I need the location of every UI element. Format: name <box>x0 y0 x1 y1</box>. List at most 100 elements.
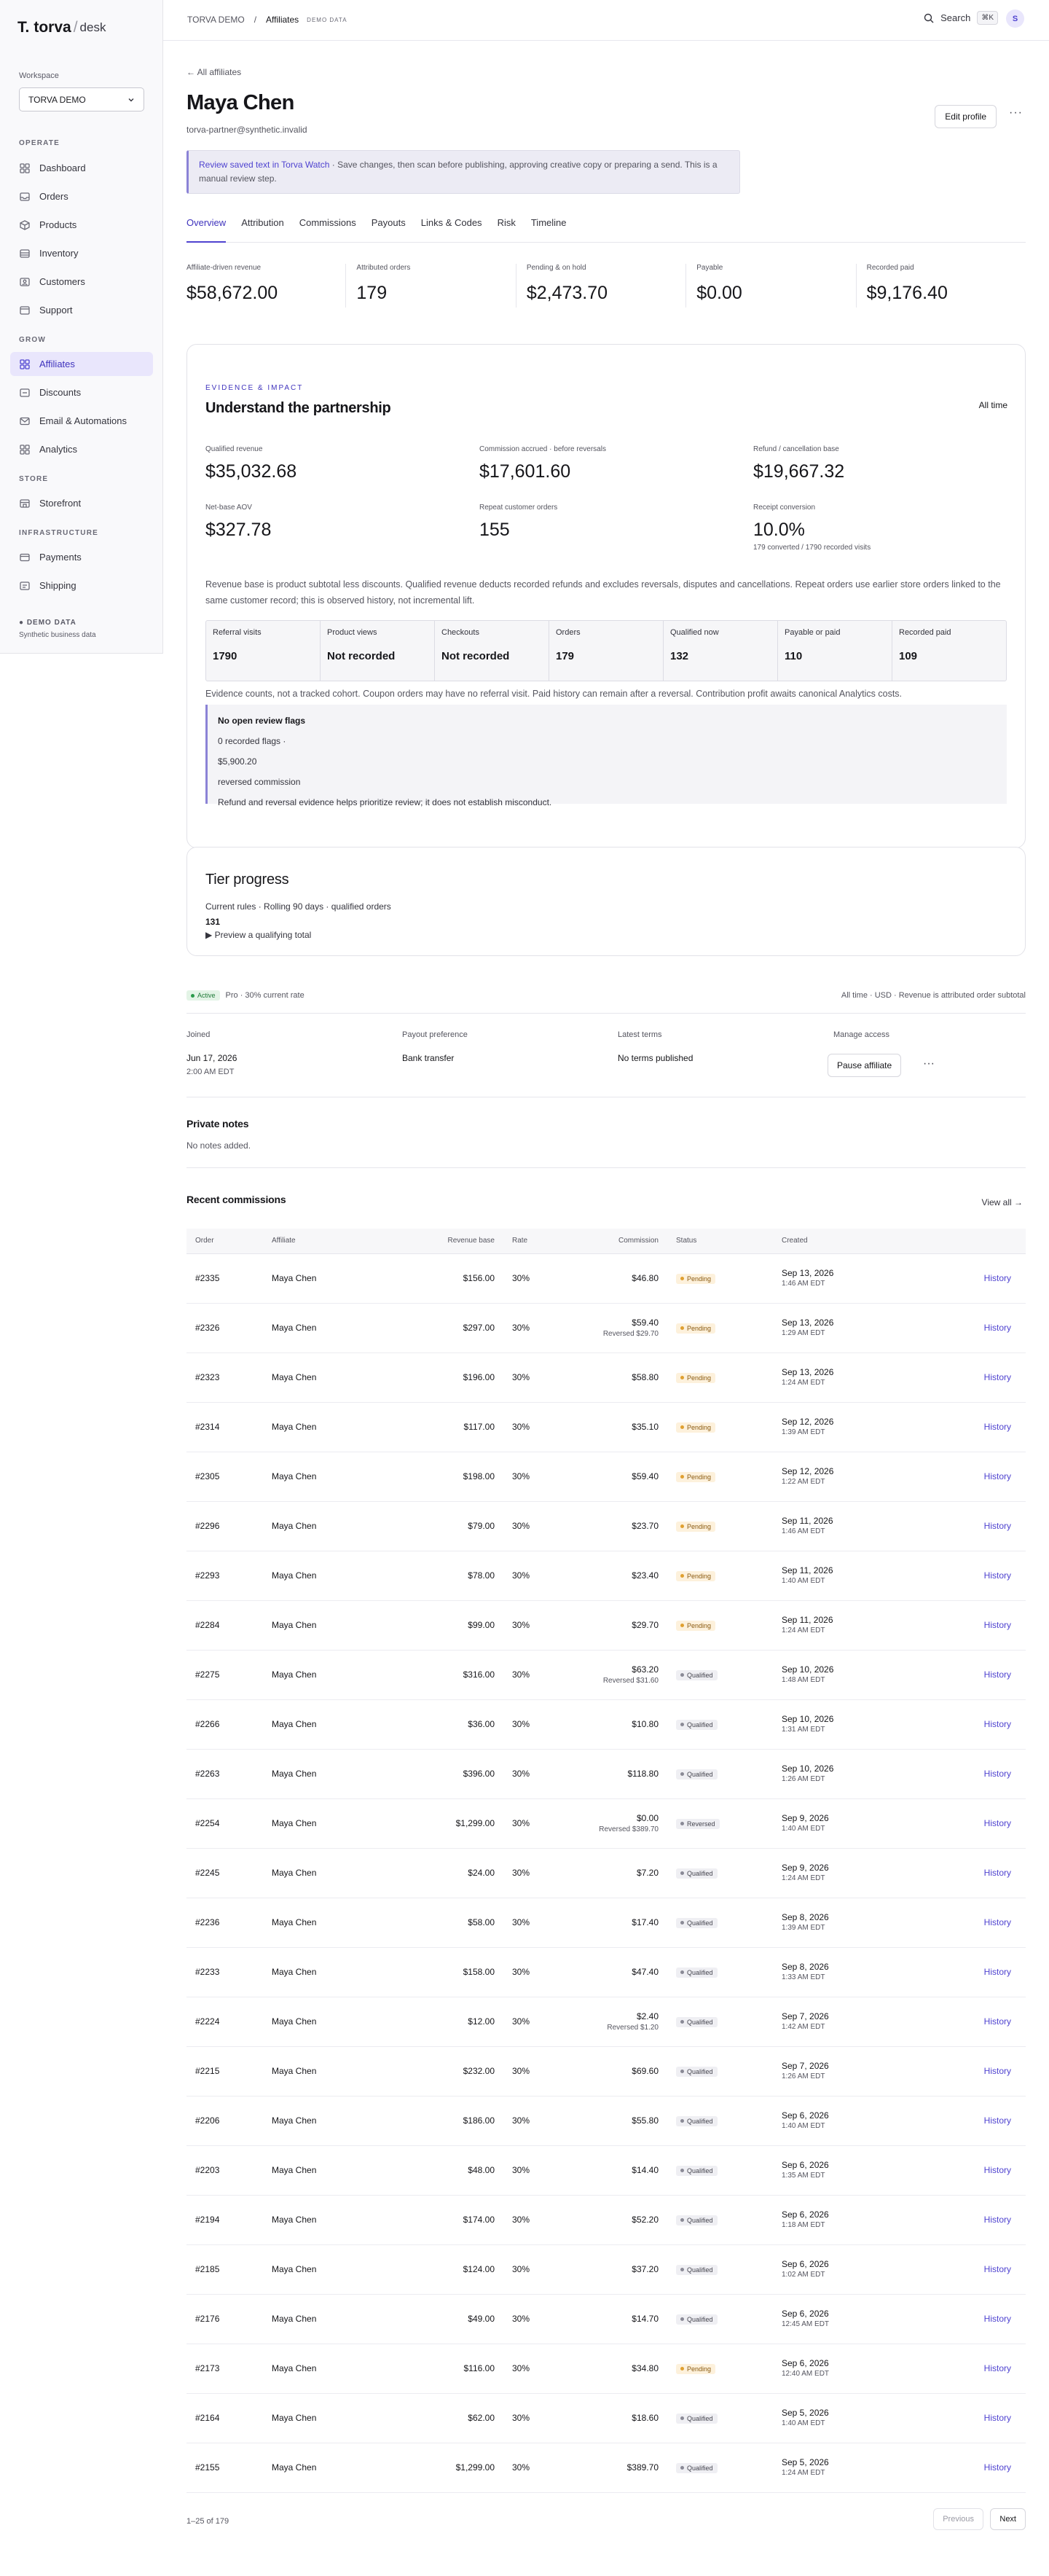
history-link[interactable]: History <box>984 2165 1011 2175</box>
history-link[interactable]: History <box>984 1868 1011 1878</box>
sidebar-item-payments[interactable]: Payments <box>10 545 153 569</box>
table-row[interactable]: #2164 Maya Chen $62.00 30% $18.60 Qualified Se… <box>186 2393 1026 2443</box>
history-link[interactable]: History <box>984 1471 1011 1481</box>
table-row[interactable]: #2314 Maya Chen $117.00 30% $35.10 Pending Sep… <box>186 1402 1026 1452</box>
order-number[interactable]: #2266 <box>186 1699 263 1750</box>
history-link[interactable]: History <box>984 1323 1011 1333</box>
order-number[interactable]: #2245 <box>186 1848 263 1898</box>
table-row[interactable]: #2206 Maya Chen $186.00 30% $55.80 Qualified S… <box>186 2096 1026 2146</box>
table-row[interactable]: #2194 Maya Chen $174.00 30% $52.20 Qualified S… <box>186 2195 1026 2245</box>
table-row[interactable]: #2215 Maya Chen $232.00 30% $69.60 Qualified S… <box>186 2046 1026 2097</box>
history-link[interactable]: History <box>984 2462 1011 2473</box>
history-link[interactable]: History <box>984 1967 1011 1977</box>
order-number[interactable]: #2224 <box>186 1997 263 2047</box>
sidebar-item-discounts[interactable]: Discounts <box>10 380 153 404</box>
access-more-button[interactable]: ··· <box>923 1057 935 1070</box>
sidebar-item-storefront[interactable]: Storefront <box>10 491 153 515</box>
order-number[interactable]: #2206 <box>186 2096 263 2146</box>
breadcrumb-root[interactable]: TORVA DEMO <box>187 15 245 25</box>
sidebar-item-affiliates[interactable]: Affiliates <box>10 352 153 376</box>
table-row[interactable]: #2284 Maya Chen $99.00 30% $29.70 Pending Sep … <box>186 1600 1026 1651</box>
edit-profile-button[interactable]: Edit profile <box>935 105 997 128</box>
history-link[interactable]: History <box>984 2314 1011 2324</box>
history-link[interactable]: History <box>984 2016 1011 2027</box>
order-number[interactable]: #2203 <box>186 2145 263 2196</box>
tab-timeline[interactable]: Timeline <box>531 217 567 243</box>
history-link[interactable]: History <box>984 1521 1011 1531</box>
history-link[interactable]: History <box>984 1719 1011 1729</box>
history-link[interactable]: History <box>984 1669 1011 1680</box>
order-number[interactable]: #2185 <box>186 2244 263 2295</box>
order-number[interactable]: #2305 <box>186 1452 263 1502</box>
order-number[interactable]: #2296 <box>186 1501 263 1551</box>
sidebar-item-email-automations[interactable]: Email & Automations <box>10 409 153 433</box>
history-link[interactable]: History <box>984 1818 1011 1828</box>
history-link[interactable]: History <box>984 2413 1011 2423</box>
table-row[interactable]: #2185 Maya Chen $124.00 30% $37.20 Qualified S… <box>186 2244 1026 2295</box>
sidebar-item-dashboard[interactable]: Dashboard <box>10 156 153 180</box>
history-link[interactable]: History <box>984 1620 1011 1630</box>
table-row[interactable]: #2335 Maya Chen $156.00 30% $46.80 Pending Sep… <box>186 1253 1026 1304</box>
history-link[interactable]: History <box>984 2215 1011 2225</box>
history-link[interactable]: History <box>984 1273 1011 1283</box>
sidebar-item-inventory[interactable]: Inventory <box>10 241 153 265</box>
sidebar-item-support[interactable]: Support <box>10 298 153 322</box>
time-range-select[interactable]: All time <box>979 400 1007 410</box>
tab-risk[interactable]: Risk <box>498 217 516 243</box>
sidebar-item-customers[interactable]: Customers <box>10 270 153 294</box>
order-number[interactable]: #2335 <box>186 1253 263 1304</box>
table-row[interactable]: #2323 Maya Chen $196.00 30% $58.80 Pending Sep… <box>186 1352 1026 1403</box>
order-number[interactable]: #2164 <box>186 2393 263 2443</box>
table-row[interactable]: #2296 Maya Chen $79.00 30% $23.70 Pending Sep … <box>186 1501 1026 1551</box>
tab-links-codes[interactable]: Links & Codes <box>421 217 482 243</box>
order-number[interactable]: #2314 <box>186 1402 263 1452</box>
search-button[interactable]: Search ⌘K <box>924 11 998 25</box>
next-page-button[interactable]: Next <box>990 2508 1026 2530</box>
order-number[interactable]: #2263 <box>186 1749 263 1799</box>
more-actions-button[interactable]: ··· <box>1009 106 1023 120</box>
table-row[interactable]: #2233 Maya Chen $158.00 30% $47.40 Qualified S… <box>186 1947 1026 1997</box>
brand-logo[interactable]: T. torva / desk <box>17 19 106 36</box>
history-link[interactable]: History <box>984 1422 1011 1432</box>
history-link[interactable]: History <box>984 2115 1011 2126</box>
table-row[interactable]: #2305 Maya Chen $198.00 30% $59.40 Pending Sep… <box>186 1452 1026 1502</box>
order-number[interactable]: #2236 <box>186 1898 263 1948</box>
tab-attribution[interactable]: Attribution <box>241 217 284 243</box>
table-row[interactable]: #2275 Maya Chen $316.00 30% $63.20 Reversed $… <box>186 1650 1026 1700</box>
table-row[interactable]: #2245 Maya Chen $24.00 30% $7.20 Qualified Sep… <box>186 1848 1026 1898</box>
history-link[interactable]: History <box>984 2363 1011 2373</box>
tab-overview[interactable]: Overview <box>186 217 227 243</box>
order-number[interactable]: #2284 <box>186 1600 263 1651</box>
table-row[interactable]: #2224 Maya Chen $12.00 30% $2.40 Reversed $1.… <box>186 1997 1026 2047</box>
order-number[interactable]: #2173 <box>186 2344 263 2394</box>
table-row[interactable]: #2173 Maya Chen $116.00 30% $34.80 Pending Sep… <box>186 2344 1026 2394</box>
table-row[interactable]: #2155 Maya Chen $1,299.00 30% $389.70 Qualifi… <box>186 2443 1026 2493</box>
order-number[interactable]: #2155 <box>186 2443 263 2493</box>
sidebar-item-products[interactable]: Products <box>10 213 153 237</box>
tab-commissions[interactable]: Commissions <box>299 217 356 243</box>
workspace-select[interactable]: TORVA DEMO <box>19 87 144 111</box>
order-number[interactable]: #2323 <box>186 1352 263 1403</box>
table-row[interactable]: #2326 Maya Chen $297.00 30% $59.40 Reversed $… <box>186 1303 1026 1353</box>
history-link[interactable]: History <box>984 1917 1011 1927</box>
order-number[interactable]: #2326 <box>186 1303 263 1353</box>
table-row[interactable]: #2263 Maya Chen $396.00 30% $118.80 Qualified… <box>186 1749 1026 1799</box>
history-link[interactable]: History <box>984 1769 1011 1779</box>
back-to-affiliates-link[interactable]: ← All affiliates <box>186 67 241 77</box>
table-row[interactable]: #2236 Maya Chen $58.00 30% $17.40 Qualified Se… <box>186 1898 1026 1948</box>
order-number[interactable]: #2275 <box>186 1650 263 1700</box>
order-number[interactable]: #2215 <box>186 2046 263 2097</box>
table-row[interactable]: #2203 Maya Chen $48.00 30% $14.40 Qualified Se… <box>186 2145 1026 2196</box>
history-link[interactable]: History <box>984 2264 1011 2274</box>
sidebar-item-orders[interactable]: Orders <box>10 184 153 208</box>
order-number[interactable]: #2233 <box>186 1947 263 1997</box>
history-link[interactable]: History <box>984 1570 1011 1581</box>
table-row[interactable]: #2266 Maya Chen $36.00 30% $10.80 Qualified Se… <box>186 1699 1026 1750</box>
sidebar-item-shipping[interactable]: Shipping <box>10 573 153 598</box>
table-row[interactable]: #2293 Maya Chen $78.00 30% $23.40 Pending Sep … <box>186 1551 1026 1601</box>
sidebar-item-analytics[interactable]: Analytics <box>10 437 153 461</box>
table-row[interactable]: #2254 Maya Chen $1,299.00 30% $0.00 Reversed … <box>186 1798 1026 1849</box>
table-row[interactable]: #2176 Maya Chen $49.00 30% $14.70 Qualified Se… <box>186 2294 1026 2344</box>
order-number[interactable]: #2293 <box>186 1551 263 1601</box>
history-link[interactable]: History <box>984 2066 1011 2076</box>
